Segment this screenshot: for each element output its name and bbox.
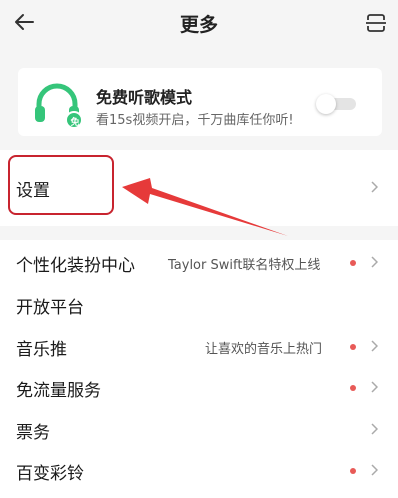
menu-item-label: 音乐推: [16, 340, 67, 360]
menu-item-label: 开放平台: [16, 298, 84, 318]
chevron-right-icon: [371, 256, 378, 268]
chevron-right-icon: [371, 181, 378, 193]
menu-item-tickets[interactable]: 票务: [0, 409, 398, 449]
annotation-highlight-box: [8, 155, 114, 215]
top-bar: 更多: [0, 0, 398, 48]
menu-item-free-data[interactable]: 免流量服务: [0, 367, 398, 407]
menu-item-hint: Taylor Swift联名特权上线: [168, 258, 321, 273]
menu-item-label: 百变彩铃: [16, 464, 84, 484]
promo-title: 免费听歌模式: [96, 88, 193, 107]
menu-item-theme-center[interactable]: 个性化装扮中心 Taylor Swift联名特权上线: [0, 242, 398, 282]
promo-subtitle: 看15s视频开启，千万曲库任你听!: [96, 113, 294, 128]
menu-list: 个性化装扮中心 Taylor Swift联名特权上线 开放平台 音乐推 让喜欢的…: [0, 240, 398, 498]
menu-item-label: 票务: [16, 423, 50, 443]
page-title: 更多: [179, 14, 218, 36]
notification-dot: [350, 385, 356, 391]
notification-dot: [350, 344, 356, 350]
scan-icon[interactable]: [364, 11, 388, 35]
chevron-right-icon: [371, 381, 378, 393]
toggle-knob: [316, 94, 336, 114]
chevron-right-icon: [371, 464, 378, 476]
menu-item-ringtone[interactable]: 百变彩铃: [0, 450, 398, 490]
menu-item-music-promote[interactable]: 音乐推 让喜欢的音乐上热门: [0, 326, 398, 366]
chevron-right-icon: [371, 423, 378, 435]
menu-item-label: 个性化装扮中心: [16, 256, 135, 276]
free-listening-card[interactable]: 免 免费听歌模式 看15s视频开启，千万曲库任你听!: [18, 68, 382, 136]
notification-dot: [350, 468, 356, 474]
menu-item-hint: 让喜欢的音乐上热门: [205, 342, 323, 357]
free-badge-label: 免: [70, 118, 80, 128]
menu-item-label: 免流量服务: [16, 381, 101, 401]
chevron-right-icon: [371, 340, 378, 352]
notification-dot: [350, 260, 356, 266]
free-mode-toggle[interactable]: [316, 94, 356, 114]
menu-item-open-platform[interactable]: 开放平台: [0, 284, 398, 324]
